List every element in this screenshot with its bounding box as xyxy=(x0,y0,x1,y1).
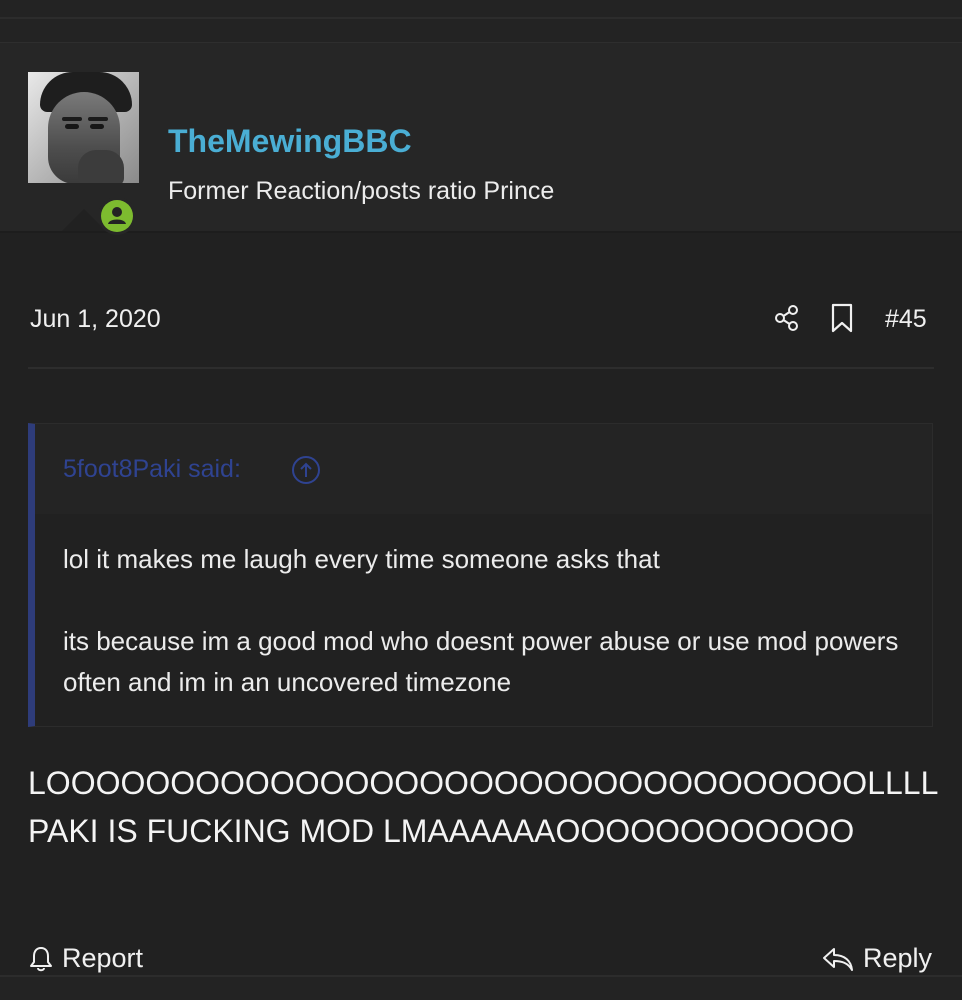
reply-button[interactable]: Reply xyxy=(821,943,932,974)
top-divider xyxy=(0,17,962,19)
online-status-badge xyxy=(98,197,136,235)
header-divider xyxy=(0,231,962,233)
quote-paragraph: its because im a good mod who doesnt pow… xyxy=(63,626,899,697)
post-date[interactable]: Jun 1, 2020 xyxy=(30,305,161,334)
quote-paragraph: lol it makes me laugh every time someone… xyxy=(63,544,660,574)
report-button[interactable]: Report xyxy=(28,943,143,974)
quote-text: lol it makes me laugh every time someone… xyxy=(63,539,913,703)
user-title: Former Reaction/posts ratio Prince xyxy=(168,177,555,205)
user-online-icon xyxy=(108,207,126,224)
reply-label: Reply xyxy=(862,943,932,973)
share-icon[interactable] xyxy=(772,303,802,338)
arrow-up-circle-icon[interactable] xyxy=(290,454,322,491)
avatar-eye-left xyxy=(65,124,79,129)
meta-divider xyxy=(28,367,934,369)
avatar-brow-left xyxy=(62,117,82,121)
avatar-eye-right xyxy=(90,124,104,129)
avatar-fist xyxy=(78,150,124,183)
post-username[interactable]: TheMewingBBC xyxy=(168,123,412,160)
forum-post: TheMewingBBC Former Reaction/posts ratio… xyxy=(0,42,962,977)
quote-author[interactable]: 5foot8Paki said: xyxy=(63,455,241,484)
reply-arrow-icon xyxy=(822,947,853,971)
user-avatar[interactable] xyxy=(28,72,139,183)
post-number-link[interactable]: #45 xyxy=(885,305,927,334)
post-user-header: TheMewingBBC Former Reaction/posts ratio… xyxy=(0,43,962,231)
report-label: Report xyxy=(62,943,144,973)
post-message: LOOOOOOOOOOOOOOOOOOOOOOOOOOOOOOOOOLLLL P… xyxy=(28,765,938,849)
avatar-brow-right xyxy=(88,117,108,121)
quote-block: 5foot8Paki said: lol it makes me laugh e… xyxy=(28,423,933,727)
top-strip xyxy=(0,0,962,18)
bottom-divider xyxy=(0,975,962,977)
bell-icon xyxy=(30,946,52,971)
bookmark-icon[interactable] xyxy=(829,303,855,338)
